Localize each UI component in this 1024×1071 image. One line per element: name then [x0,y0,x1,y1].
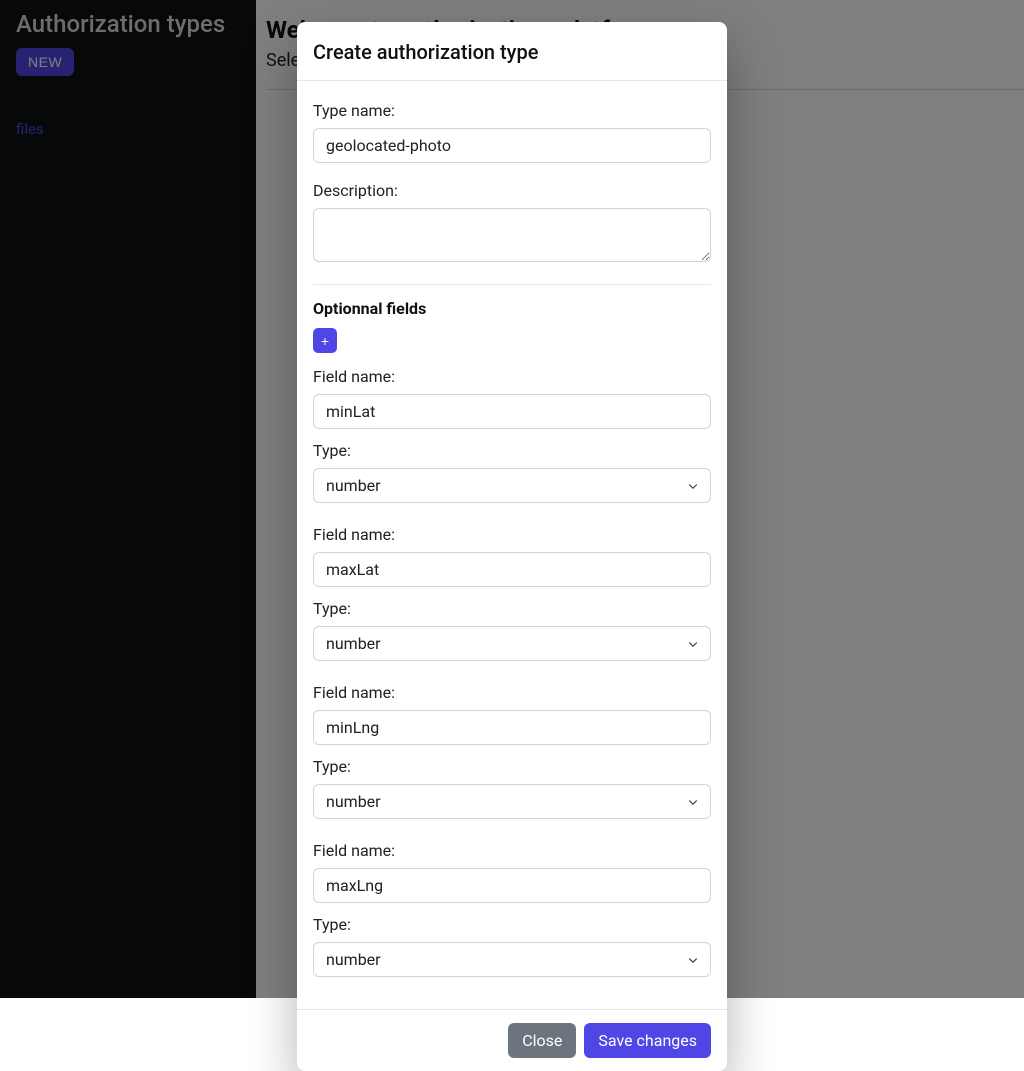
close-button[interactable]: Close [508,1023,576,1058]
create-authorization-modal: Create authorization type Type name: Des… [297,22,727,1071]
optional-field-block: Field name: Type: number [313,525,711,661]
field-name-label: Field name: [313,841,711,860]
field-type-select[interactable]: number [313,942,711,977]
plus-icon: + [321,334,329,348]
field-type-label: Type: [313,599,711,618]
field-name-label: Field name: [313,683,711,702]
description-textarea[interactable] [313,208,711,262]
save-button[interactable]: Save changes [584,1023,711,1058]
modal-body: Type name: Description: Optionnal fields… [297,81,727,1009]
field-type-label: Type: [313,441,711,460]
modal-backdrop[interactable]: Create authorization type Type name: Des… [0,0,1024,998]
field-name-label: Field name: [313,525,711,544]
optional-field-block: Field name: Type: number [313,683,711,819]
field-type-label: Type: [313,915,711,934]
field-type-select[interactable]: number [313,784,711,819]
field-name-input[interactable] [313,394,711,429]
modal-title: Create authorization type [313,40,711,64]
field-name-input[interactable] [313,868,711,903]
modal-header: Create authorization type [297,22,727,81]
optional-field-block: Field name: Type: number [313,841,711,977]
type-name-input[interactable] [313,128,711,163]
field-type-label: Type: [313,757,711,776]
modal-footer: Close Save changes [297,1009,727,1071]
type-name-label: Type name: [313,101,711,120]
field-type-select[interactable]: number [313,468,711,503]
field-type-select[interactable]: number [313,626,711,661]
add-field-button[interactable]: + [313,328,337,353]
section-divider [313,284,711,285]
field-name-label: Field name: [313,367,711,386]
optional-field-block: Field name: Type: number [313,367,711,503]
field-name-input[interactable] [313,552,711,587]
optional-fields-title: Optionnal fields [313,299,711,318]
field-name-input[interactable] [313,710,711,745]
description-label: Description: [313,181,711,200]
